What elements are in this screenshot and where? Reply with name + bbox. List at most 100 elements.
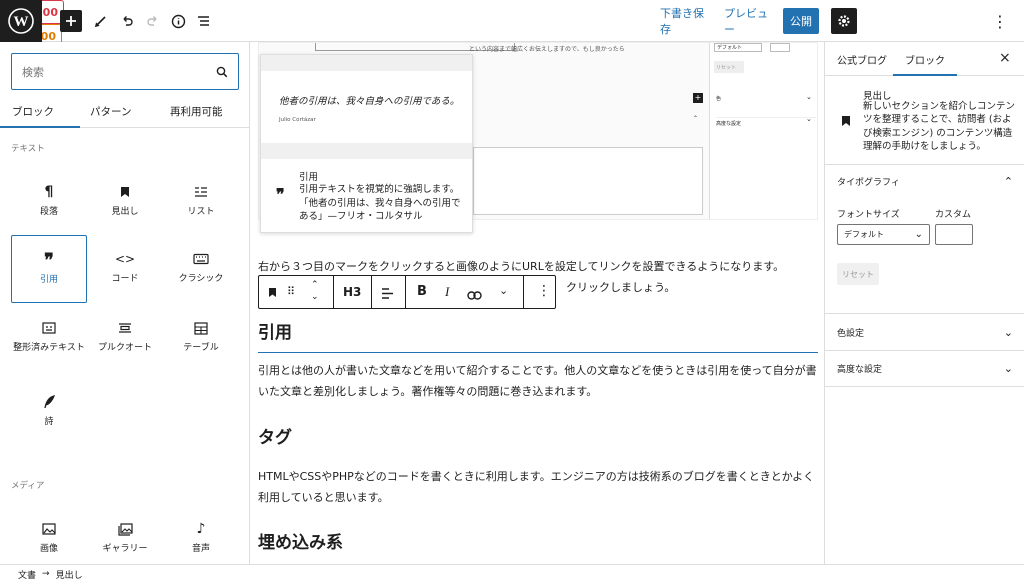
chevron-down-icon: ⌄ xyxy=(1003,362,1013,375)
undo-button[interactable] xyxy=(118,8,136,34)
screenshot-color: 色 xyxy=(716,96,722,102)
font-size-select-value: デフォルト xyxy=(844,230,884,239)
save-draft-button[interactable]: 下書き保存 xyxy=(660,7,710,36)
block-audio[interactable]: ♪ 音声 xyxy=(163,505,239,564)
color-settings-title: 色設定 xyxy=(837,328,865,339)
heading-level-button[interactable]: H3 xyxy=(343,285,361,299)
editor-canvas: という内容まで幅広くお伝えしますので、もし良かったら デフォルト リセット 色 … xyxy=(250,42,824,564)
heading-tag[interactable]: タグ xyxy=(258,423,292,448)
block-type-button[interactable] xyxy=(259,276,285,308)
code-icon: <> xyxy=(114,252,136,266)
block-verse[interactable]: 詩 xyxy=(11,378,87,446)
settings-button[interactable] xyxy=(831,8,857,34)
heading-quote[interactable]: 引用 xyxy=(258,318,292,343)
sidebar-tabs: 公式ブログ ブロック × xyxy=(825,42,1024,76)
custom-size-input[interactable] xyxy=(935,224,973,245)
more-options-icon[interactable]: ⋮ xyxy=(992,8,1008,34)
block-label: 音声 xyxy=(191,544,210,554)
block-list[interactable]: リスト xyxy=(163,168,239,236)
screenshot-dropdown: デフォルト xyxy=(714,43,762,52)
screenshot-small-text: という内容まで幅広くお伝えしますので、もし良かったら xyxy=(469,46,625,53)
search-icon xyxy=(216,66,228,77)
advanced-settings-toggle[interactable]: 高度な設定 ⌄ xyxy=(825,350,1024,387)
more-formatting-button[interactable]: ⌄ xyxy=(499,284,508,297)
keyboard-icon xyxy=(193,249,209,269)
redo-button[interactable] xyxy=(144,8,162,34)
reset-button[interactable]: リセット xyxy=(837,263,879,285)
tab-post[interactable]: 公式ブログ xyxy=(837,52,887,67)
block-table[interactable]: テーブル xyxy=(163,304,239,372)
wordpress-logo-icon[interactable]: W xyxy=(0,0,42,42)
block-quote[interactable]: ❞ 引用 xyxy=(11,235,87,303)
block-preview-popover: 他者の引用は、我々自身への引用である。 Julio Cortázar ❞ 引用 … xyxy=(260,54,473,233)
details-button[interactable] xyxy=(169,8,187,34)
block-code[interactable]: <> コード xyxy=(87,235,163,303)
paragraph-1-line-2[interactable]: クリックしましょう。 xyxy=(566,277,675,298)
heading-embed[interactable]: 埋め込み系 xyxy=(258,528,343,553)
tools-button[interactable] xyxy=(92,8,110,34)
typography-title: タイポグラフィ xyxy=(837,178,900,188)
preview-button[interactable]: プレビュー xyxy=(724,7,774,36)
heading-underline xyxy=(258,352,818,353)
search-input[interactable]: 検索 xyxy=(11,53,239,90)
italic-button[interactable]: I xyxy=(445,284,449,300)
paragraph-1-line-1[interactable]: 右から３つ目のマークをクリックすると画像のようにURLを設定してリンクを設置でき… xyxy=(258,256,818,277)
list-view-button[interactable] xyxy=(194,8,212,34)
typography-panel-toggle[interactable]: タイポグラフィ ⌃ xyxy=(825,164,1024,198)
block-label: 引用 xyxy=(39,275,58,285)
drag-handle-icon[interactable]: ⠿ xyxy=(287,285,295,298)
breadcrumb-document[interactable]: 文書 xyxy=(18,568,36,581)
publish-button[interactable]: 公開 xyxy=(783,8,819,34)
block-editor: W 下書き保存 プレビュー 公開 29/100 xyxy=(0,0,1024,583)
block-toolbar: ⠿ ⌃ ⌄ H3 B I ⌄ ⋮ xyxy=(258,275,556,309)
block-classic[interactable]: クラシック xyxy=(163,235,239,303)
tab-reusable[interactable]: 再利用可能 xyxy=(170,104,223,119)
screenshot-advanced: 高度な設定 xyxy=(716,117,816,127)
close-icon[interactable]: × xyxy=(999,50,1011,66)
preview-quote-text: 他者の引用は、我々自身への引用である。 xyxy=(279,96,460,107)
breadcrumb-arrow-icon: → xyxy=(42,569,50,579)
tab-patterns[interactable]: パターン xyxy=(90,104,131,119)
block-pullquote[interactable]: プルクオート xyxy=(87,304,163,372)
plus-icon xyxy=(66,16,76,26)
block-label: 画像 xyxy=(39,544,58,554)
block-preformatted[interactable]: 整形済みテキスト xyxy=(11,304,87,372)
list-icon xyxy=(194,182,208,202)
block-gallery[interactable]: ギャラリー xyxy=(87,505,163,564)
preview-quote-author: Julio Cortázar xyxy=(279,117,316,123)
bookmark-icon xyxy=(120,182,130,202)
inserter-tabs: ブロック パターン 再利用可能 xyxy=(0,98,249,128)
gallery-icon xyxy=(117,519,133,539)
align-button[interactable] xyxy=(381,285,394,304)
paragraph-3[interactable]: HTMLやCSSやPHPなどのコードを書くときに利用します。エンジニアの方は技術… xyxy=(258,466,818,508)
align-left-icon xyxy=(382,288,393,299)
color-settings-toggle[interactable]: 色設定 ⌄ xyxy=(825,313,1024,350)
block-label: プルクオート xyxy=(97,343,152,353)
screenshot-reset: リセット xyxy=(714,61,744,73)
paragraph-2[interactable]: 引用とは他の人が書いた文章などを用いて紹介することです。他人の文章などを使うとき… xyxy=(258,360,818,402)
gear-icon xyxy=(838,15,850,27)
add-block-button[interactable] xyxy=(60,10,82,32)
move-up-down-buttons[interactable]: ⌃ ⌄ xyxy=(311,279,319,303)
font-size-select[interactable]: デフォルト ⌄ xyxy=(837,224,930,245)
block-paragraph[interactable]: ¶ 段落 xyxy=(11,168,87,236)
block-options-icon[interactable]: ⋮ xyxy=(537,283,551,299)
breadcrumb-current[interactable]: 見出し xyxy=(56,568,83,581)
redo-icon xyxy=(147,16,157,26)
tab-block[interactable]: ブロック xyxy=(893,52,957,76)
font-size-label: フォントサイズ xyxy=(837,210,900,220)
bold-button[interactable]: B xyxy=(417,284,427,299)
image-icon xyxy=(42,519,56,539)
block-label: 整形済みテキスト xyxy=(13,343,85,353)
feather-icon xyxy=(43,392,55,412)
section-title-text: テキスト xyxy=(11,144,45,154)
chevron-down-icon: ⌄ xyxy=(914,229,923,240)
block-label: テーブル xyxy=(183,343,219,353)
block-label: 詩 xyxy=(44,417,54,427)
quote-icon: ❞ xyxy=(44,250,54,270)
tab-blocks[interactable]: ブロック xyxy=(0,104,80,128)
block-heading[interactable]: 見出し xyxy=(87,168,163,236)
preview-block-desc: 引用テキストを視覚的に強調します。「他者の引用は、我々自身への引用である」—フリ… xyxy=(299,184,461,222)
block-image[interactable]: 画像 xyxy=(11,505,87,564)
link-button[interactable] xyxy=(467,286,482,305)
